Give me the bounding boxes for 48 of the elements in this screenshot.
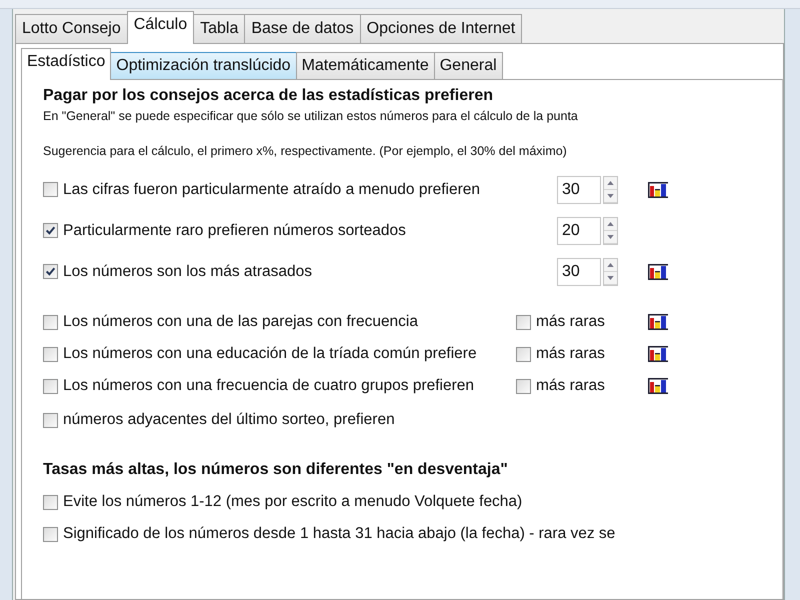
tab[interactable]: Estadístico — [21, 48, 112, 80]
tab[interactable]: Optimización translúcido — [110, 52, 297, 79]
bar-chart-icon[interactable] — [647, 313, 669, 331]
checkbox-label: más raras — [536, 377, 605, 395]
checkbox[interactable] — [43, 223, 58, 238]
bar-chart-icon[interactable] — [647, 180, 669, 198]
checkbox-label: números adyacentes del último sorteo, prefieren — [63, 411, 395, 429]
checkbox-label: más raras — [536, 313, 605, 331]
checkbox[interactable] — [43, 264, 58, 279]
tab[interactable]: General — [434, 52, 503, 79]
bar-chart-icon[interactable] — [647, 262, 669, 280]
number-field[interactable]: 30 — [557, 258, 601, 286]
tab[interactable]: Tabla — [193, 14, 246, 43]
checkbox[interactable] — [43, 182, 58, 197]
hint-text: Sugerencia para el cálculo, el primero x%, respectivamente. (Por ejemplo, el 30% del máximo) — [43, 143, 568, 159]
checkbox[interactable] — [43, 412, 58, 428]
checkbox-label: Los números con una educación de la tríada común prefiere — [63, 345, 477, 363]
spinner-arrows[interactable] — [603, 216, 618, 244]
checkbox-label: Las cifras fueron particularmente atraído a menudo prefieren — [63, 180, 480, 198]
tab[interactable]: Lotto Consejo — [15, 14, 128, 43]
checkbox[interactable] — [43, 494, 58, 510]
checkbox[interactable] — [43, 346, 58, 362]
section-heading: Tasas más altas, los números son diferentes "en desventaja" — [43, 460, 509, 480]
checkbox-label: Los números son los más atrasados — [63, 262, 312, 280]
checkbox-label: más raras — [536, 345, 605, 363]
number-field[interactable]: 20 — [557, 216, 601, 244]
checkbox[interactable] — [516, 346, 531, 362]
note-text: En "General" se puede especificar que sólo se utilizan estos números para el cálculo de la punta — [43, 108, 579, 124]
tab[interactable]: Base de datos — [244, 14, 361, 43]
checkbox[interactable] — [43, 526, 58, 542]
section-heading: Pagar por los consejos acerca de las estadísticas prefieren — [43, 86, 494, 106]
tab[interactable]: Cálculo — [126, 11, 194, 44]
checkbox[interactable] — [43, 378, 58, 394]
number-field[interactable]: 30 — [557, 176, 601, 204]
checkbox-label: Evite los números 1-12 (mes por escrito a menudo Volquete fecha) — [63, 493, 522, 511]
checkbox-label: Particularmente raro prefieren números sorteados — [63, 222, 406, 240]
bar-chart-icon[interactable] — [647, 345, 669, 363]
spinner-arrows[interactable] — [603, 258, 618, 286]
checkbox-label: Los números con una frecuencia de cuatro grupos prefieren — [63, 377, 474, 395]
tab[interactable]: Matemáticamente — [296, 52, 435, 79]
checkbox[interactable] — [516, 378, 531, 394]
checkbox-label: Significado de los números desde 1 hasta 31 hacia abajo (la fecha) - rara vez se — [63, 525, 616, 543]
tab[interactable]: Opciones de Internet — [360, 14, 522, 43]
checkbox[interactable] — [516, 314, 531, 330]
spinner-arrows[interactable] — [603, 176, 618, 204]
checkbox[interactable] — [43, 314, 58, 330]
bar-chart-icon[interactable] — [647, 377, 669, 395]
checkbox-label: Los números con una de las parejas con frecuencia — [63, 313, 418, 331]
